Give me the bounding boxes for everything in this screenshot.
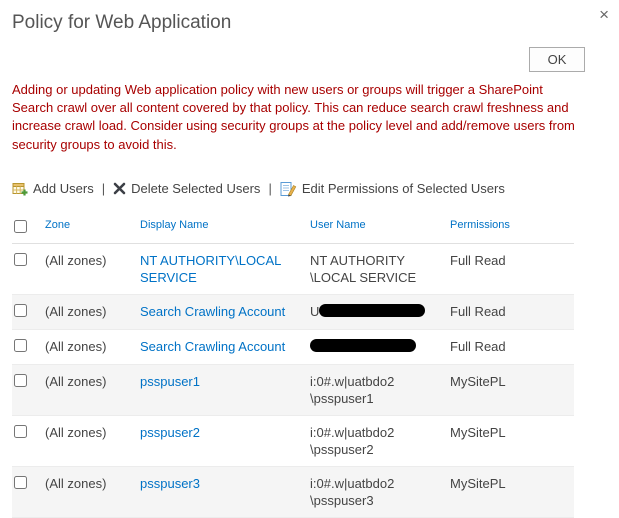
- warning-message: Adding or updating Web application polic…: [12, 82, 575, 152]
- toolbar-separator: |: [268, 181, 272, 197]
- select-all-checkbox[interactable]: [14, 219, 27, 233]
- row-checkbox-cell: [12, 329, 45, 365]
- column-header-user-name[interactable]: User Name: [310, 219, 366, 231]
- display-name-cell: psspuser2: [140, 415, 310, 467]
- row-checkbox[interactable]: [14, 373, 27, 387]
- row-checkbox[interactable]: [14, 424, 27, 438]
- zone-cell: (All zones): [45, 364, 140, 416]
- zone-cell: (All zones): [45, 294, 140, 330]
- delete-selected-users-label: Delete Selected Users: [131, 181, 261, 197]
- display-name-link[interactable]: psspuser2: [140, 425, 200, 440]
- row-checkbox[interactable]: [14, 303, 27, 317]
- display-name-cell: Search Crawling Account: [140, 294, 310, 330]
- row-checkbox-cell: [12, 243, 45, 295]
- policy-dialog: Policy for Web Application × OK Adding o…: [0, 0, 619, 518]
- display-name-cell: Search Crawling Account: [140, 329, 310, 365]
- add-users-icon: [12, 182, 28, 196]
- row-checkbox[interactable]: [14, 475, 27, 489]
- user-name-cell: i:0#.w|uatbdo2​\psspuser3: [310, 466, 450, 518]
- table-row: (All zones) Search Crawling Account Full R…: [12, 329, 574, 365]
- display-name-cell: psspuser1: [140, 364, 310, 416]
- permissions-cell: Full Read: [450, 329, 574, 365]
- add-users-button[interactable]: Add Users: [12, 181, 94, 197]
- display-name-link[interactable]: psspuser3: [140, 476, 200, 491]
- table-header-row: Zone Display Name User Name Permissions: [12, 214, 574, 244]
- user-name-cell: i:0#.w|uatbdo2​\psspuser2: [310, 415, 450, 467]
- display-name-link[interactable]: psspuser1: [140, 374, 200, 389]
- ok-button[interactable]: OK: [529, 47, 585, 72]
- edit-permissions-icon: [280, 181, 297, 197]
- user-name-cell: U: [310, 294, 450, 330]
- table-row: (All zones) psspuser3 i:0#.w|uatbdo2​\pssp…: [12, 466, 574, 518]
- user-name-cell: NT AUTHORITY​\LOCAL SERVICE: [310, 243, 450, 295]
- permissions-cell: Full Read: [450, 294, 574, 330]
- row-checkbox-cell: [12, 415, 45, 467]
- row-checkbox-cell: [12, 364, 45, 416]
- delete-selected-users-button[interactable]: Delete Selected Users: [113, 181, 260, 196]
- permissions-cell: MySitePL: [450, 466, 574, 518]
- zone-cell: (All zones): [45, 243, 140, 295]
- user-name-cell: [310, 329, 450, 365]
- row-checkbox-cell: [12, 294, 45, 330]
- edit-permissions-label: Edit Permissions of Selected Users: [301, 181, 505, 197]
- policy-table-body: (All zones) NT AUTHORITY​\LOCAL SERVICE NT…: [12, 243, 574, 518]
- redaction-bar: [310, 338, 416, 352]
- table-row: (All zones) Search Crawling Account U Full …: [12, 294, 574, 330]
- select-all-cell: [12, 214, 45, 244]
- row-checkbox[interactable]: [14, 252, 27, 266]
- column-header-permissions[interactable]: Permissions: [450, 219, 510, 231]
- column-header-display-name[interactable]: Display Name: [140, 219, 208, 231]
- permissions-cell: MySitePL: [450, 415, 574, 467]
- policy-table: Zone Display Name User Name Permissions …: [12, 214, 574, 518]
- zone-cell: (All zones): [45, 415, 140, 467]
- permissions-cell: Full Read: [450, 243, 574, 295]
- display-name-cell: NT AUTHORITY​\LOCAL SERVICE: [140, 243, 310, 295]
- add-users-label: Add Users: [33, 181, 94, 197]
- row-checkbox[interactable]: [14, 338, 27, 352]
- display-name-cell: psspuser3: [140, 466, 310, 518]
- ok-row: OK: [12, 47, 585, 72]
- delete-icon: [113, 182, 126, 195]
- table-row: (All zones) psspuser1 i:0#.w|uatbdo2​\pssp…: [12, 364, 574, 416]
- toolbar-separator: |: [101, 181, 106, 197]
- zone-cell: (All zones): [45, 466, 140, 518]
- toolbar: Add Users | Delete Selected Users | Edit…: [12, 181, 607, 197]
- permissions-cell: MySitePL: [450, 364, 574, 416]
- dialog-title: Policy for Web Application: [12, 12, 232, 33]
- column-header-zone[interactable]: Zone: [45, 219, 70, 231]
- close-icon[interactable]: ×: [595, 2, 613, 27]
- table-row: (All zones) psspuser2 i:0#.w|uatbdo2​\pssp…: [12, 415, 574, 467]
- row-checkbox-cell: [12, 466, 45, 518]
- zone-cell: (All zones): [45, 329, 140, 365]
- display-name-link[interactable]: Search Crawling Account: [140, 304, 285, 319]
- redaction-bar: [319, 303, 426, 317]
- table-row: (All zones) NT AUTHORITY​\LOCAL SERVICE NT…: [12, 243, 574, 295]
- display-name-link[interactable]: Search Crawling Account: [140, 339, 285, 354]
- user-name-cell: i:0#.w|uatbdo2​\psspuser1: [310, 364, 450, 416]
- display-name-link[interactable]: NT AUTHORITY​\LOCAL SERVICE: [140, 253, 281, 285]
- edit-permissions-button[interactable]: Edit Permissions of Selected Users: [280, 181, 505, 197]
